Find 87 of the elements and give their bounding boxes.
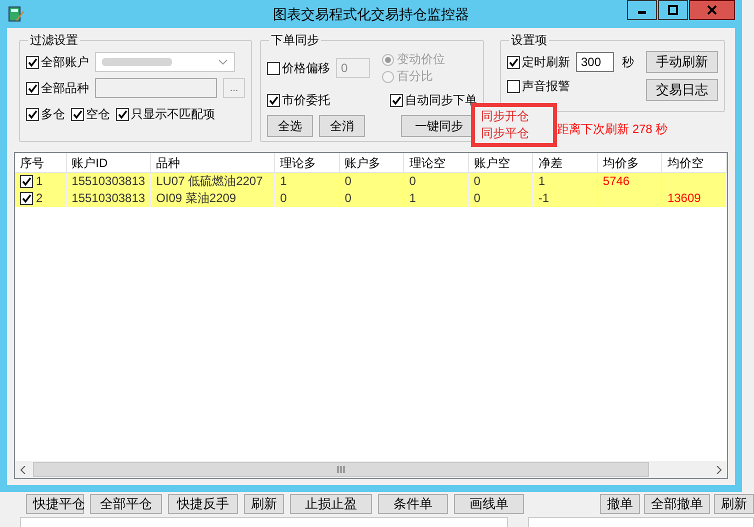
checkbox[interactable] [507,56,520,68]
scroll-left-icon [19,466,27,474]
table-cell: 0 [409,173,416,190]
interval-field[interactable]: 300 [576,52,614,72]
menu-item[interactable]: 同步开仓 [481,108,547,125]
table-cell: 1 [409,190,416,207]
settings-button[interactable]: 手动刷新 [646,51,718,73]
table-cell: 1 [538,173,546,190]
checkbox[interactable] [71,108,84,120]
scroll-right-icon [715,466,723,474]
menu-item[interactable]: 同步平仓 [481,125,547,142]
checkbox-label[interactable]: 全部账户 [41,54,89,70]
scroll-thumb[interactable] [33,462,649,477]
table-cell: 2 [36,190,43,207]
check-icon [72,108,83,120]
grip-icon [337,466,345,473]
check-icon [27,56,38,68]
checkbox[interactable] [26,56,39,68]
maximize-icon [668,5,678,15]
table-cell: LU07 低硫燃油2207 [156,173,263,190]
toolbar-button[interactable]: 全部撤单 [644,494,710,514]
checkbox-label[interactable]: 声音报警 [522,78,570,94]
toolbar-button[interactable]: 刷新 [714,494,754,514]
toolbar-button[interactable]: 止损止盈 [290,494,372,514]
check-icon [21,176,32,187]
table-cell: 0 [344,190,352,207]
table-cell: 0 [344,173,352,190]
checkbox-label[interactable]: 自动同步下单 [405,92,477,108]
toolbar-button[interactable]: 全部平仓 [90,494,162,514]
check-icon [117,108,128,120]
checkbox[interactable] [267,94,280,106]
check-icon [391,94,402,106]
horizontal-scrollbar[interactable] [15,461,727,478]
toolbar-button[interactable]: 撤单 [600,494,640,514]
checkbox[interactable] [116,108,129,120]
table-cell: 15510303813 [72,173,146,190]
toolbar-button[interactable]: 条件单 [378,494,448,514]
checkbox[interactable] [267,62,280,74]
table-cell: 0 [280,190,287,207]
action-button[interactable]: 全选 [267,115,313,137]
maximize-button[interactable] [658,0,688,20]
checkbox-label[interactable]: 定时刷新 [522,54,570,70]
group-title: 下单同步 [270,32,320,49]
group-title: 过滤设置 [29,32,79,49]
table-cell: 1 [280,173,287,190]
close-button[interactable] [689,0,735,20]
check-icon [27,82,38,94]
countdown-text: 距离下次刷新 278 秒 [557,121,668,138]
checkbox-label[interactable]: 多仓 [41,106,65,122]
check-icon [27,108,38,120]
action-button[interactable]: 全消 [319,115,365,137]
table-cell: OI09 菜油2209 [156,190,236,207]
checkbox-label[interactable]: 市价委托 [282,92,330,108]
toolbar-button[interactable]: 快捷反手 [168,494,238,514]
checkbox-label[interactable]: 空仓 [86,106,110,122]
toolbar-button[interactable]: 画线单 [454,494,524,514]
check-icon [508,56,519,68]
unit-label: 秒 [622,54,634,70]
close-icon [707,5,717,15]
minimize-button[interactable] [627,0,657,20]
table-cell: 15510303813 [72,190,146,207]
settings-button[interactable]: 交易日志 [646,79,718,101]
table-cell: 1 [36,173,43,190]
symbol-field[interactable] [95,78,217,98]
checkbox[interactable] [26,82,39,94]
table-cell: 0 [474,173,480,190]
toolbar-button[interactable]: 快捷平仓 [26,494,84,514]
checkbox[interactable] [20,192,33,205]
check-icon [21,193,32,204]
checkbox-label[interactable]: 全部品种 [41,80,89,96]
checkbox[interactable] [20,175,33,188]
table-cell: 13609 [667,190,701,207]
table-cell: 0 [474,190,480,207]
group-title: 设置项 [510,32,548,49]
checkbox-label[interactable]: 只显示不匹配项 [131,106,215,122]
toolbar-button[interactable]: 刷新 [244,494,284,514]
table-cell: -1 [538,190,550,207]
checkbox[interactable] [390,94,403,106]
checkbox[interactable] [507,80,520,92]
app-icon [7,5,25,23]
window-title: 图表交易程式化交易持仓监控器 [272,6,470,24]
blurred-value [102,57,172,67]
table-cell: 5746 [602,173,630,190]
checkbox[interactable] [26,108,39,120]
check-icon [268,94,279,106]
checkbox-label[interactable]: 价格偏移 [282,60,330,76]
browse-button[interactable]: ... [223,78,245,98]
